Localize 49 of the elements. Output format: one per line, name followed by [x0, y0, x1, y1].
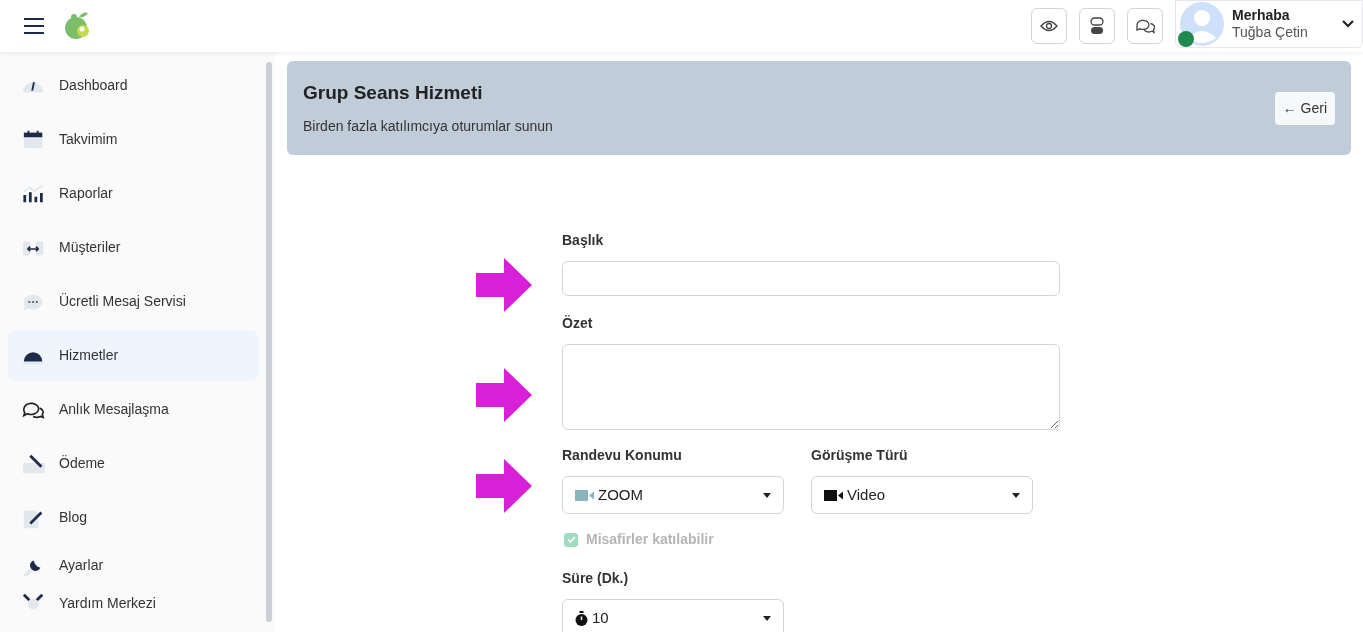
chat-button[interactable]	[1127, 8, 1163, 44]
chevron-down-icon[interactable]	[1342, 20, 1354, 28]
sidebar-item[interactable]: Anlık Mesajlaşma	[8, 384, 258, 435]
page-title: Grup Seans Hizmeti	[303, 81, 484, 106]
sidebar-item[interactable]: Blog	[8, 492, 258, 543]
pointer-arrow	[476, 368, 532, 422]
chat-icon	[1135, 18, 1155, 34]
duration-dropdown[interactable]: 10	[562, 599, 784, 632]
field-label: Başlık	[562, 231, 605, 250]
sidebar-item[interactable]: Raporlar	[8, 168, 258, 219]
preview-button[interactable]	[1031, 8, 1067, 44]
sidebar-item[interactable]: Takvimim	[8, 114, 258, 165]
meeting-type-dropdown[interactable]: Video	[811, 476, 1033, 514]
field-label: Özet	[562, 314, 594, 333]
user-menu[interactable]: Merhaba Tuğba Çetin	[1175, 0, 1363, 48]
dropdown-value: 10	[592, 607, 609, 628]
sidebar-item[interactable]: Yardım Merkezi	[8, 584, 258, 622]
sidebar-item[interactable]: Ücretli Mesaj Servisi	[8, 276, 258, 327]
page-subtitle: Birden fazla katılımcıya oturumlar sunun	[303, 116, 553, 136]
greeting: Merhaba	[1232, 6, 1291, 24]
caret-icon	[1012, 492, 1020, 498]
sidebar-item[interactable]: Ayarlar	[8, 546, 258, 584]
sidebar-item[interactable]: Müşteriler	[8, 222, 258, 273]
sidebar-item[interactable]: Ödeme	[8, 438, 258, 489]
menu-icon[interactable]	[24, 18, 44, 34]
field-label: Süre (Dk.)	[562, 569, 630, 588]
scrollbar[interactable]	[266, 62, 272, 622]
video-camera-icon	[824, 489, 843, 501]
field-label: Görüşme Türü	[811, 446, 909, 465]
title-input[interactable]	[562, 261, 1060, 296]
stopwatch-icon	[575, 610, 588, 626]
caret-icon	[763, 492, 771, 498]
pointer-arrow	[476, 258, 532, 312]
video-camera-icon	[575, 489, 594, 501]
field-label: Randevu Konumu	[562, 446, 683, 465]
dropdown-value: ZOOM	[598, 484, 643, 505]
back-button[interactable]: ← Geri	[1274, 91, 1335, 125]
sidebar-item[interactable]: Dashboard	[8, 60, 258, 111]
user-name: Tuğba Çetin	[1232, 24, 1308, 42]
chart-icon	[22, 182, 46, 205]
caret-icon	[763, 615, 771, 621]
dropdown-value: Video	[847, 484, 886, 505]
toggle-icon	[1090, 17, 1104, 35]
eye-icon	[1040, 20, 1058, 32]
guests-label: Misafirler katılabilir	[586, 530, 714, 549]
location-dropdown[interactable]: ZOOM	[562, 476, 784, 514]
pointer-arrow	[476, 459, 532, 513]
sidebar-item[interactable]: Hizmetler	[8, 330, 258, 381]
toggle-button[interactable]	[1079, 8, 1115, 44]
